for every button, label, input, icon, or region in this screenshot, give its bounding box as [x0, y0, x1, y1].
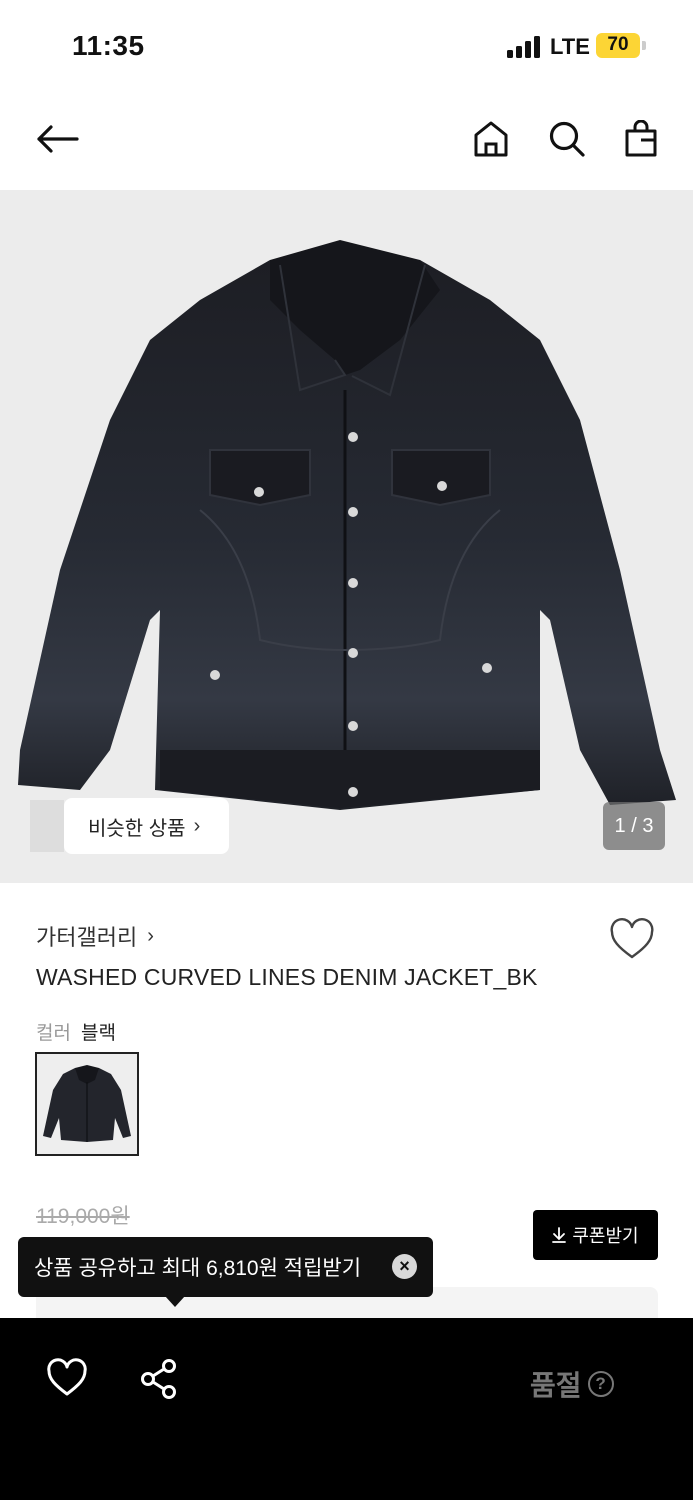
heart-icon[interactable]	[46, 1358, 88, 1398]
shopping-bag-icon	[625, 120, 657, 157]
battery-icon: 70	[596, 33, 646, 58]
product-name: WASHED CURVED LINES DENIM JACKET_BK	[36, 964, 538, 990]
chevron-right-icon: ›	[147, 924, 154, 947]
color-label: 컬러	[36, 1023, 71, 1044]
signal-icon	[507, 36, 540, 58]
color-swatch-black[interactable]	[35, 1052, 139, 1156]
image-page-indicator: 1 / 3	[603, 802, 665, 850]
tooltip-text: 상품 공유하고 최대 6,810원 적립받기	[34, 1257, 362, 1280]
similar-products-button[interactable]: 비슷한 상품 ›	[64, 798, 229, 854]
status-bar: 11:35 LTE 70	[0, 0, 693, 92]
chevron-right-icon: ›	[193, 814, 201, 837]
tooltip-arrow	[165, 1296, 185, 1307]
top-nav-bar	[0, 92, 693, 190]
back-button[interactable]	[32, 114, 82, 164]
sold-out-label: 품절	[530, 1370, 582, 1401]
network-type: LTE	[550, 34, 590, 59]
search-button[interactable]	[542, 114, 592, 164]
arrow-left-icon	[37, 125, 79, 153]
bottom-action-bar: 품절 ?	[0, 1318, 693, 1500]
product-image-carousel[interactable]: 비슷한 상품 › 1 / 3	[0, 190, 693, 883]
similar-products-label: 비슷한 상품	[88, 817, 186, 840]
status-time: 11:35	[72, 30, 145, 61]
product-photo	[18, 240, 676, 810]
original-price: 119,000원	[36, 1205, 130, 1228]
home-button[interactable]	[466, 114, 516, 164]
color-row: 컬러 블랙	[36, 1018, 116, 1045]
home-icon	[474, 121, 508, 157]
share-reward-tooltip: 상품 공유하고 최대 6,810원 적립받기 ×	[18, 1237, 433, 1307]
similar-product-thumbnail	[30, 800, 64, 852]
brand-name: 가터갤러리	[36, 925, 138, 950]
swatch-jacket-image	[37, 1054, 137, 1154]
brand-link[interactable]: 가터갤러리 ›	[36, 920, 154, 952]
download-icon	[552, 1227, 567, 1243]
heart-icon[interactable]	[608, 916, 656, 964]
battery-level: 70	[607, 34, 629, 55]
color-value: 블랙	[80, 1023, 116, 1044]
coupon-label: 쿠폰받기	[572, 1226, 639, 1246]
shopping-bag-button[interactable]	[616, 114, 666, 164]
search-icon	[549, 121, 585, 157]
sold-out-status: 품절 ?	[530, 1364, 614, 1404]
help-icon[interactable]: ?	[587, 1371, 614, 1397]
download-coupon-button[interactable]: 쿠폰받기	[533, 1210, 658, 1260]
close-icon[interactable]: ×	[392, 1254, 417, 1279]
share-icon[interactable]	[138, 1358, 180, 1400]
